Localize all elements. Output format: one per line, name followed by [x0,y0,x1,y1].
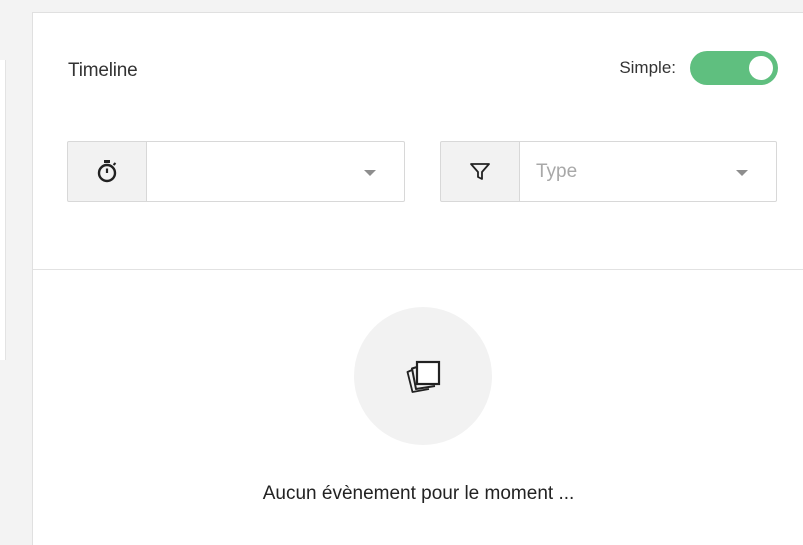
time-filter-addon[interactable] [67,141,147,202]
stopwatch-icon [97,159,117,182]
chevron-down-icon [364,170,376,176]
empty-state-message: Aucun évènement pour le moment ... [262,483,575,504]
filter-funnel-icon [470,162,490,180]
time-filter-group [67,141,405,202]
type-select-placeholder: Type [536,160,578,182]
toggle-knob [749,56,773,80]
empty-state: Aucun évènement pour le moment ... [33,270,803,545]
simple-mode-control: Simple: [619,51,778,85]
time-select[interactable] [147,141,405,202]
timeline-header: Timeline Simple: Type [33,13,803,270]
simple-label: Simple: [619,58,676,77]
empty-state-circle [354,307,492,445]
timeline-title: Timeline [68,60,138,81]
left-panel-edge [0,60,6,360]
type-filter-addon[interactable] [440,141,520,202]
type-select[interactable]: Type [520,141,777,202]
type-filter-group: Type [440,141,777,202]
timeline-card: Timeline Simple: Type Aucun évènement po… [32,12,803,545]
chevron-down-icon [736,170,748,176]
simple-toggle[interactable] [690,51,778,85]
photo-stack-icon [406,360,441,393]
